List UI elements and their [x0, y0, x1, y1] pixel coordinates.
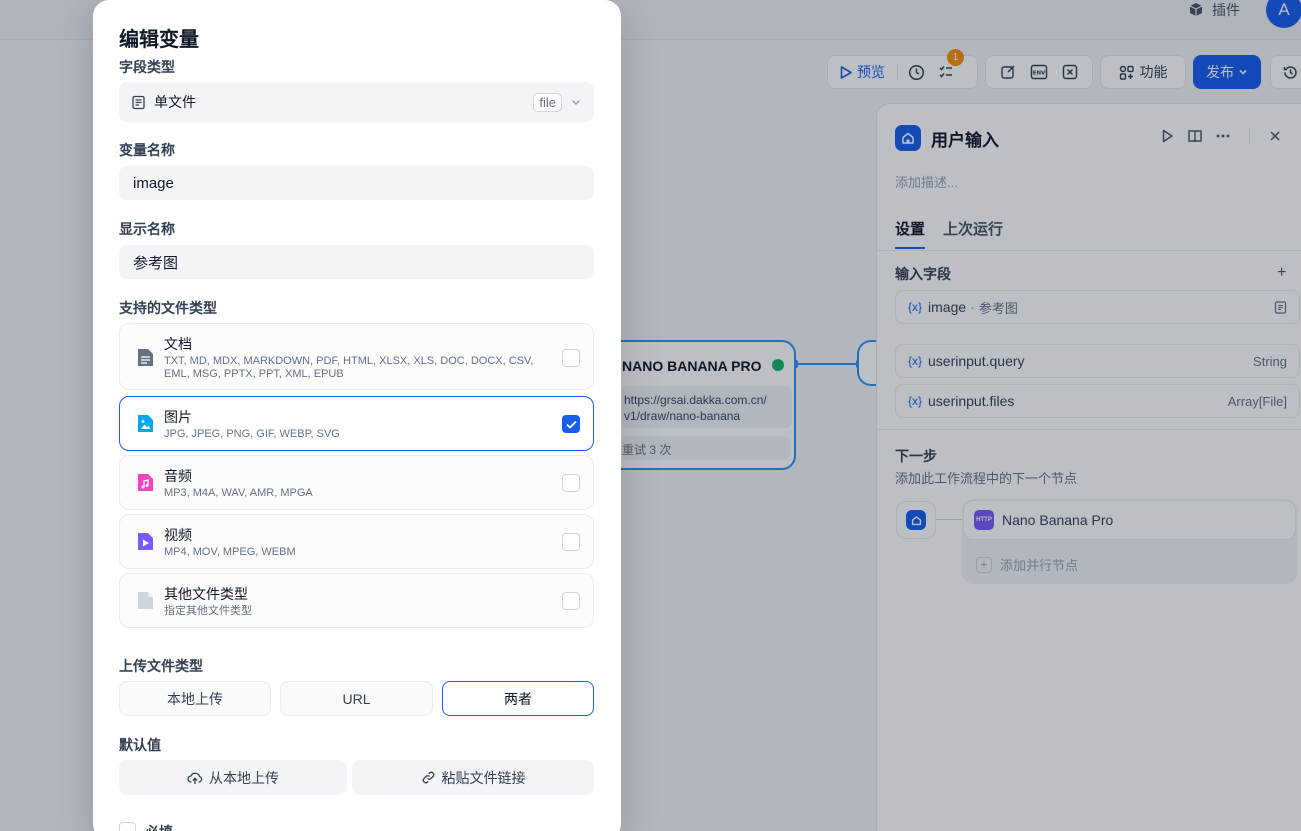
- field-type-tag: file: [533, 92, 562, 112]
- edit-variable-modal: 编辑变量 字段类型 单文件 file 变量名称 image 显示名称 参考图 支…: [93, 0, 621, 831]
- upload-option-local[interactable]: 本地上传: [119, 681, 271, 716]
- check-icon: [565, 420, 577, 429]
- display-name-label: 显示名称: [119, 221, 175, 237]
- file-type-extensions: TXT, MD, MDX, MARKDOWN, PDF, HTML, XLSX,…: [164, 355, 534, 380]
- var-name-label: 变量名称: [119, 142, 175, 158]
- modal-title: 编辑变量: [119, 29, 199, 51]
- file-type-checkbox[interactable]: [562, 592, 580, 610]
- file-type-extensions: MP3, M4A, WAV, AMR, MPGA: [164, 487, 313, 499]
- file-types-label: 支持的文件类型: [119, 300, 217, 316]
- default-value-label: 默认值: [119, 737, 161, 753]
- file-type-video[interactable]: 视频 MP4, MOV, MPEG, WEBM: [119, 514, 594, 569]
- link-icon: [422, 771, 434, 784]
- upload-local-label: 从本地上传: [209, 769, 279, 786]
- file-type-extensions: 指定其他文件类型: [164, 605, 252, 617]
- field-type-select[interactable]: 单文件 file: [119, 82, 594, 122]
- paste-link-label: 粘贴文件链接: [441, 769, 526, 786]
- upload-local-button[interactable]: 从本地上传: [119, 760, 347, 795]
- file-type-name: 音频: [164, 468, 192, 484]
- upload-option-url[interactable]: URL: [280, 681, 433, 716]
- upload-option-both[interactable]: 两者: [442, 681, 594, 716]
- file-type-document[interactable]: 文档 TXT, MD, MDX, MARKDOWN, PDF, HTML, XL…: [119, 323, 594, 390]
- document-icon: [132, 95, 145, 109]
- file-type-checkbox[interactable]: [562, 415, 580, 433]
- file-type-extensions: JPG, JPEG, PNG, GIF, WEBP, SVG: [164, 428, 340, 440]
- var-name-input[interactable]: image: [119, 166, 594, 200]
- upload-cloud-icon: [187, 772, 203, 784]
- file-type-extensions: MP4, MOV, MPEG, WEBM: [164, 546, 296, 558]
- file-type-name: 视频: [164, 527, 192, 543]
- file-type-checkbox[interactable]: [562, 349, 580, 367]
- chevron-down-icon: [572, 100, 580, 105]
- audio-icon: [136, 473, 154, 491]
- field-type-value: 单文件: [154, 94, 196, 110]
- file-type-checkbox[interactable]: [562, 474, 580, 492]
- file-type-other[interactable]: 其他文件类型 指定其他文件类型: [119, 573, 594, 628]
- file-type-audio[interactable]: 音频 MP3, M4A, WAV, AMR, MPGA: [119, 455, 594, 510]
- file-type-name: 其他文件类型: [164, 586, 248, 602]
- display-name-input[interactable]: 参考图: [119, 245, 594, 279]
- file-type-image[interactable]: 图片 JPG, JPEG, PNG, GIF, WEBP, SVG: [119, 396, 594, 451]
- file-type-name: 图片: [164, 409, 192, 425]
- file-type-name: 文档: [164, 336, 192, 352]
- upload-type-label: 上传文件类型: [119, 658, 203, 674]
- video-icon: [136, 532, 154, 550]
- field-type-label: 字段类型: [119, 59, 175, 75]
- paste-link-button[interactable]: 粘贴文件链接: [352, 760, 594, 795]
- document-icon: [136, 348, 154, 366]
- image-icon: [136, 414, 154, 432]
- custom-file-icon: [136, 591, 154, 609]
- file-type-checkbox[interactable]: [562, 533, 580, 551]
- required-checkbox[interactable]: [119, 822, 136, 831]
- required-label: 必填: [145, 822, 173, 831]
